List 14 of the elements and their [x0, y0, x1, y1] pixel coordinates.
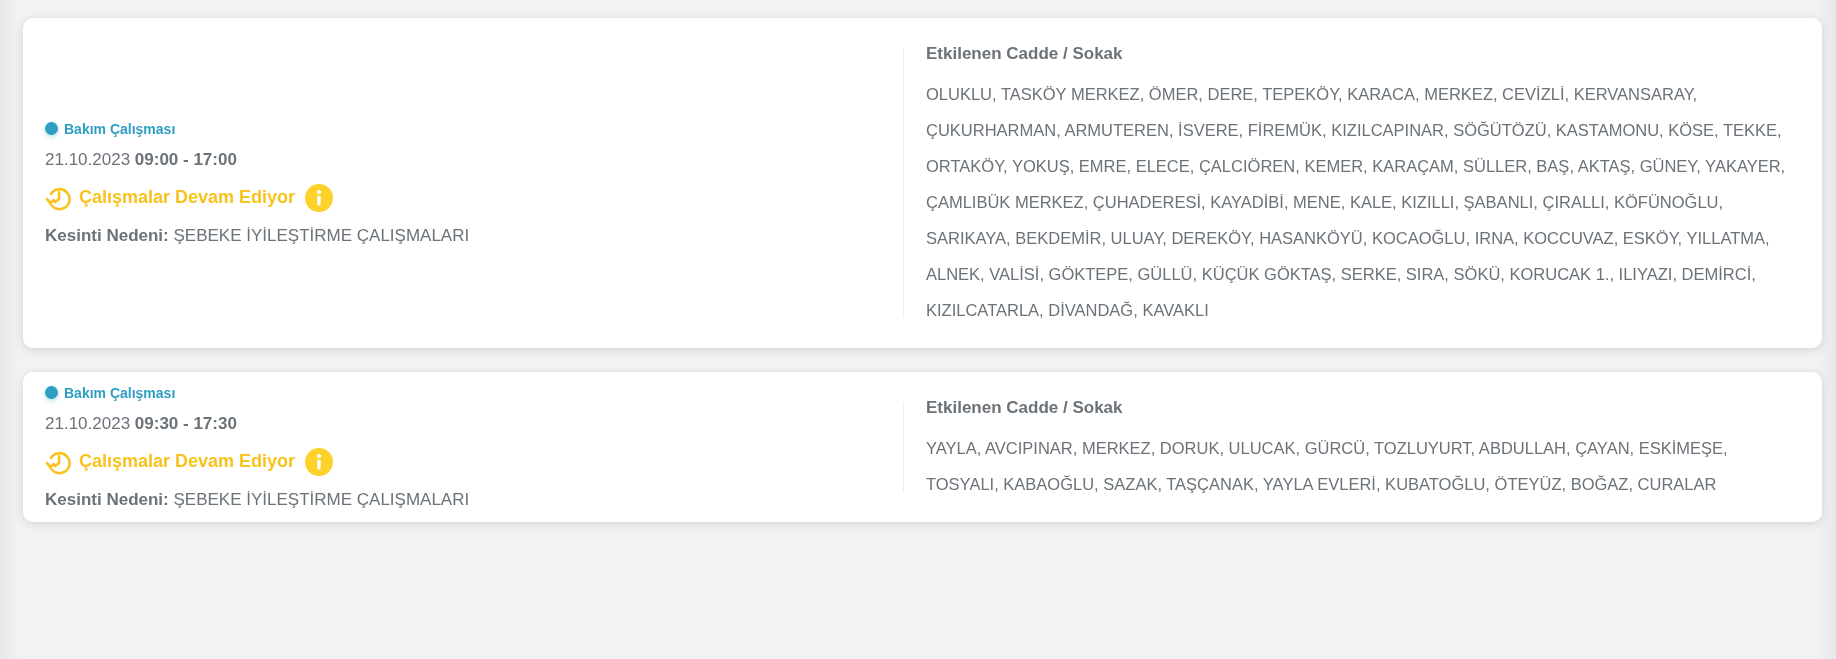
date-time: 21.10.2023 09:00 - 17:00 — [45, 149, 238, 170]
street-list: YAYLA, AVCIPINAR, MERKEZ, DORUK, ULUCAK, GÜRCÜ, TOZLUYURT, ABDULLAH, ÇAYAN, ESKİMEŞE, TOSYALI, KABAOĞLU, SAZAK, TAŞÇANAK, YAYLA EVLERİ, KUBATOĞLU, ÖTEYÜZ, BOĞAZ, CURALAR — [926, 430, 1802, 502]
status-text: Çalışmalar Devam Ediyor — [79, 451, 296, 472]
street-list: OLUKLU, TASKÖY MERKEZ, ÖMER, DERE, TEPEKÖY, KARACA, MERKEZ, CEVİZLİ, KERVANSARAY, ÇUKURHARMAN, ARMUTEREN, İSVERE, FİREMÜK, KIZILCAPINAR, SÖĞÜTÖZÜ, KASTAMONU, KÖSE, TEKKE, ORTAKÖY, YOKUŞ, EMRE, ELECE, ÇALCIÖREN, KEMER, KARAÇAM, SÜLLER, BAŞ, AKTAŞ, GÜNEY, YAKAYER, ÇAMLIBÜK MERKEZ, ÇUHADERESİ, KAYADİBİ, MENE, KALE, KIZILLI, ŞABANLI, ÇIRALLI, KÖFÜNOĞLU, SARIKAYA, BEKDEMİR, ULUAY, DEREKÖY, HASANKÖYÜ, KOCAOĞLU, IRNA, KOCCUVAZ, ESKÖY, YILLATMA, ALNEK, VALİSİ, GÖKTEPE, GÜLLÜ, KÜÇÜK GÖKTAŞ, SERKE, SIRA, SÖKÜ, KORUCAK 1., ILIYAZI, DEMİRCİ, KIZILCATARLA, DİVANDAĞ, KAVAKLI — [926, 76, 1802, 328]
info-icon[interactable] — [305, 183, 334, 212]
category-label: Bakım Çalışması — [64, 120, 176, 137]
section-heading: Etkilenen Cadde / Sokak — [926, 44, 1124, 64]
status-text: Çalışmalar Devam Ediyor — [79, 187, 296, 208]
outage-reason: Kesinti Nedeni: ŞEBEKE İYİLEŞTİRME ÇALIŞMALARI — [45, 489, 471, 510]
outage-reason: Kesinti Nedeni: ŞEBEKE İYİLEŞTİRME ÇALIŞMALARI — [45, 225, 471, 246]
info-icon[interactable] — [305, 447, 334, 476]
category-label: Bakım Çalışması — [64, 384, 176, 401]
date-time: 21.10.2023 09:30 - 17:30 — [45, 413, 238, 434]
section-heading: Etkilenen Cadde / Sokak — [926, 398, 1124, 418]
